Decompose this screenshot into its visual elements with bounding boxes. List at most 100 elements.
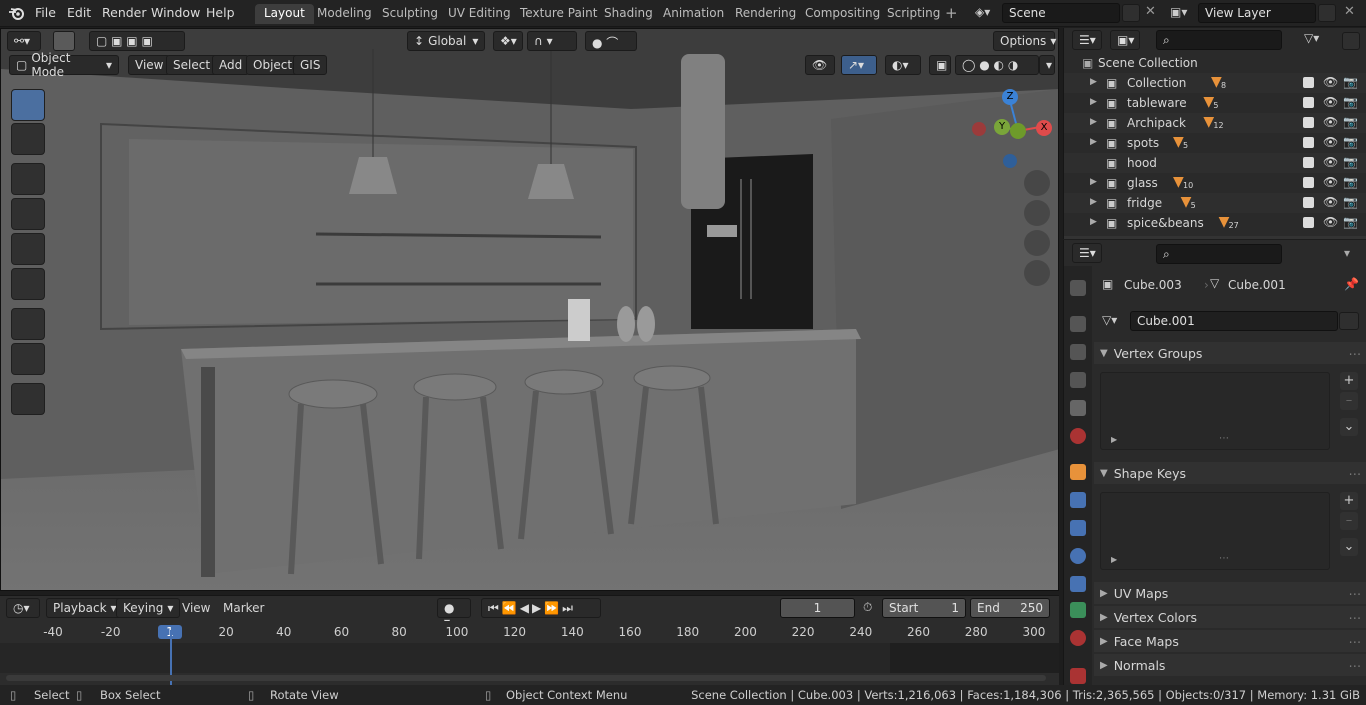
collection-name[interactable]: hood xyxy=(1127,156,1157,170)
xray-icon[interactable]: ▣ xyxy=(929,55,951,75)
constraints-tab-icon[interactable] xyxy=(1070,576,1086,592)
vertex-groups-list[interactable]: ▶ ⋯ xyxy=(1100,372,1330,450)
marker-menu[interactable]: Marker xyxy=(223,601,264,615)
camera-icon[interactable]: 📷 xyxy=(1343,95,1358,109)
tab-layout[interactable]: Layout xyxy=(255,4,314,24)
timeline-view-menu[interactable]: View xyxy=(182,601,210,615)
tab-uv-editing[interactable]: UV Editing xyxy=(439,4,520,24)
physics-tab-icon[interactable] xyxy=(1070,548,1086,564)
texture-tab-icon[interactable] xyxy=(1070,668,1086,684)
pin-icon[interactable]: 📌 xyxy=(1344,277,1359,291)
fake-user-icon[interactable] xyxy=(1339,312,1359,330)
blender-logo-icon[interactable] xyxy=(8,5,25,22)
normals-panel-header[interactable]: ▶ Normals ⋯ xyxy=(1094,654,1366,676)
tab-texture-paint[interactable]: Texture Paint xyxy=(511,4,606,24)
select-box-icon[interactable] xyxy=(11,89,45,121)
eye-icon[interactable]: 👁 xyxy=(1323,95,1338,109)
measure-icon[interactable] xyxy=(11,343,45,375)
start-frame-field[interactable]: Start 1 xyxy=(882,598,966,618)
pan-hand-icon[interactable] xyxy=(1024,200,1050,226)
exclude-checkbox[interactable] xyxy=(1303,117,1314,128)
pivot-point-icon[interactable]: ❖▾ xyxy=(493,31,523,51)
scene-selector-icon[interactable]: ◈▾ xyxy=(975,5,997,22)
uv-maps-panel-header[interactable]: ▶ UV Maps ⋯ xyxy=(1094,582,1366,604)
exclude-checkbox[interactable] xyxy=(1303,137,1314,148)
tab-compositing[interactable]: Compositing xyxy=(796,4,889,24)
gizmo-toggle-icon[interactable]: ↗▾ xyxy=(841,55,877,75)
outliner-row[interactable]: ▶ ▣ Archipack ▼ 12 👁 📷 xyxy=(1064,113,1366,133)
y-axis-label[interactable]: Y xyxy=(994,119,1010,135)
resize-handle-icon[interactable]: ⋯ xyxy=(1219,433,1229,444)
expand-icon[interactable]: ▶ xyxy=(1111,435,1117,444)
outliner-row[interactable]: ▶ ▣ tableware ▼ 5 👁 📷 xyxy=(1064,93,1366,113)
selection-mode-icons[interactable]: ▢ ▣ ▣ ▣ xyxy=(89,31,185,51)
collection-name[interactable]: spots xyxy=(1127,136,1159,150)
eye-icon[interactable]: 👁 xyxy=(1323,195,1338,209)
expand-arrow-icon[interactable]: ▶ xyxy=(1090,137,1097,147)
visibility-icon[interactable]: 👁 xyxy=(805,55,835,75)
eye-icon[interactable]: 👁 xyxy=(1323,75,1338,89)
properties-search-input[interactable]: ⌕ xyxy=(1156,244,1282,264)
menu-render[interactable]: Render xyxy=(102,5,147,20)
mesh-name-field[interactable]: Cube.001 xyxy=(1130,311,1338,331)
view-layer-field[interactable]: View Layer xyxy=(1198,3,1316,23)
close-icon[interactable]: ✕ xyxy=(1344,4,1355,19)
object-tab-icon[interactable] xyxy=(1070,464,1086,480)
render-tab-icon[interactable] xyxy=(1070,316,1086,332)
tab-animation[interactable]: Animation xyxy=(654,4,733,24)
record-icon[interactable]: ● ▾ xyxy=(437,598,471,629)
tab-shading[interactable]: Shading xyxy=(595,4,662,24)
tool-tab-icon[interactable] xyxy=(1070,280,1086,296)
end-frame-field[interactable]: End 250 xyxy=(970,598,1050,618)
keyframe-area[interactable] xyxy=(0,643,1059,673)
menu-file[interactable]: File xyxy=(35,5,56,20)
exclude-checkbox[interactable] xyxy=(1303,217,1314,228)
add-menu[interactable]: Add xyxy=(212,55,250,75)
drag-handle-icon[interactable]: ⋯ xyxy=(1349,586,1362,601)
outliner-scrollbar[interactable] xyxy=(1064,236,1366,239)
timeline-editor-type-icon[interactable]: ◷▾ xyxy=(6,598,40,618)
collection-name[interactable]: Collection xyxy=(1127,76,1186,90)
display-mode-icon[interactable]: ▣▾ xyxy=(1110,30,1140,50)
tab-scripting[interactable]: Scripting xyxy=(878,4,949,24)
vertex-colors-panel-header[interactable]: ▶ Vertex Colors ⋯ xyxy=(1094,606,1366,628)
transform-orientation-select[interactable]: ↕ Global ▾ xyxy=(407,31,485,51)
outliner-row[interactable]: ▶ ▣ spots ▼ 5 👁 📷 xyxy=(1064,133,1366,153)
face-maps-panel-header[interactable]: ▶ Face Maps ⋯ xyxy=(1094,630,1366,652)
exclude-checkbox[interactable] xyxy=(1303,197,1314,208)
drag-handle-icon[interactable]: ⋯ xyxy=(1349,466,1362,481)
stopwatch-icon[interactable]: ⏱ xyxy=(863,600,872,615)
particles-tab-icon[interactable] xyxy=(1070,520,1086,536)
scene-name-field[interactable]: Scene xyxy=(1002,3,1120,23)
add-workspace-icon[interactable]: + xyxy=(945,4,958,22)
properties-editor[interactable]: ☰▾ ⌕ ▾ ▣ Cube.003 › ▽ Cube.001 📌 ▽▾ Cube… xyxy=(1063,240,1366,685)
expand-arrow-icon[interactable]: ▶ xyxy=(1090,117,1097,127)
outliner-row[interactable]: ▶ ▣ glass ▼ 10 👁 📷 xyxy=(1064,173,1366,193)
outliner-row[interactable]: ▶ ▣ spice&beans ▼ 27 👁 📷 xyxy=(1064,213,1366,233)
outliner-search-input[interactable]: ⌕ xyxy=(1156,30,1282,50)
shading-modes-icon[interactable]: ◯ ● ◐ ◑ xyxy=(955,55,1039,75)
properties-editor-type-icon[interactable]: ☰▾ xyxy=(1072,243,1102,263)
remove-shape-key-button[interactable]: – xyxy=(1340,512,1358,530)
add-cube-icon[interactable] xyxy=(11,383,45,415)
resize-handle-icon[interactable]: ⋯ xyxy=(1219,553,1229,564)
expand-arrow-icon[interactable]: ▶ xyxy=(1090,197,1097,207)
data-tab-icon[interactable] xyxy=(1070,602,1086,618)
camera-icon[interactable]: 📷 xyxy=(1343,215,1358,229)
drag-handle-icon[interactable]: ⋯ xyxy=(1349,658,1362,673)
exclude-checkbox[interactable] xyxy=(1303,97,1314,108)
3d-viewport[interactable]: ⚯▾ ▢ ▣ ▣ ▣ ↕ Global ▾ ❖▾ ∩ ▾ ● ⌒ Options ▾ … xyxy=(0,28,1059,591)
keying-menu[interactable]: Keying ▾ xyxy=(116,598,181,618)
camera-icon[interactable]: 📷 xyxy=(1343,75,1358,89)
outliner-row[interactable]: ▣ hood 👁 📷 xyxy=(1064,153,1366,173)
camera-icon[interactable]: 📷 xyxy=(1343,195,1358,209)
object-menu[interactable]: Object xyxy=(246,55,300,75)
timeline-scrollbar[interactable] xyxy=(6,675,1046,681)
expand-arrow-icon[interactable]: ▶ xyxy=(1090,97,1097,107)
exclude-checkbox[interactable] xyxy=(1303,177,1314,188)
collection-name[interactable]: glass xyxy=(1127,176,1158,190)
options-dropdown[interactable]: Options ▾ xyxy=(993,31,1056,51)
timeline-editor[interactable]: ◷▾ Playback▾ Keying▾ View Marker ● ▾ ⏮⏪◀… xyxy=(0,595,1059,685)
outliner-row[interactable]: ▶ ▣ fridge ▼ 5 👁 📷 xyxy=(1064,193,1366,213)
camera-icon[interactable]: 📷 xyxy=(1343,175,1358,189)
